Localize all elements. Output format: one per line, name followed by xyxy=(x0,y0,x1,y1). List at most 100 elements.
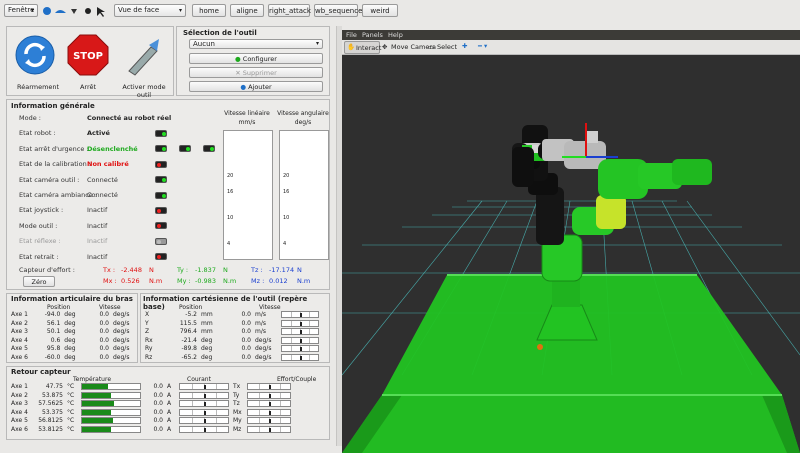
status-label: Mode outil : xyxy=(19,221,58,230)
speed-gauge xyxy=(247,408,291,416)
menu-panels[interactable]: Panels xyxy=(362,31,383,39)
table-row: Rx -21.4 deg 0.0 deg/s xyxy=(143,336,321,346)
status-label: Etat robot : xyxy=(19,129,56,138)
table-cell: Z xyxy=(145,328,150,336)
globe-icon[interactable] xyxy=(43,7,51,15)
status-label: Etat de la calibration : xyxy=(19,160,91,169)
table-cell: Axe 6 xyxy=(11,353,28,361)
stop-sign-text: STOP xyxy=(73,51,103,62)
tool-combo[interactable]: Aucun ▾ xyxy=(189,39,323,49)
table-cell xyxy=(245,383,293,392)
speed-gauge xyxy=(281,319,319,327)
add-button[interactable]: ● Ajouter xyxy=(189,81,323,92)
joint-table: Axe 1 -94.0 deg 0.0 deg/s Axe 2 56.1 deg 0.0 deg/… xyxy=(9,311,137,363)
table-cell: Mz xyxy=(233,425,242,433)
rviz-viewport[interactable] xyxy=(342,55,800,453)
cart-speed-header: Vitesse xyxy=(259,304,281,311)
table-row: Axe 3 50.1 deg 0.0 deg/s xyxy=(9,328,137,337)
table-row: Axe 4 53.375 °C 0.0 A Mx xyxy=(9,408,293,418)
table-cell: °C xyxy=(67,408,75,416)
table-cell xyxy=(279,353,321,363)
stop-button[interactable]: STOP xyxy=(67,34,109,78)
table-cell: 56.1 xyxy=(46,319,61,327)
window-combo[interactable]: Fenêtre ▾ xyxy=(4,4,38,17)
tool-mode-label: Activer mode outil xyxy=(122,83,166,99)
table-cell: m/s xyxy=(255,319,266,327)
home-button[interactable]: home xyxy=(192,4,226,17)
wb-sequence-button[interactable]: wb_sequence xyxy=(314,4,362,17)
weird-button[interactable]: weird xyxy=(362,4,398,17)
status-value: Inactif xyxy=(87,237,108,246)
view-combo[interactable]: Vue de face ▾ xyxy=(114,4,186,17)
table-cell: 0.0 xyxy=(153,408,163,416)
tool-selection-panel: Sélection de l'outil Aucun ▾ ● Configurer… xyxy=(176,26,330,96)
temperature-bar xyxy=(81,408,141,416)
menu-file[interactable]: File xyxy=(346,31,357,39)
effort-header: Effort/Couple xyxy=(277,376,317,383)
table-row: Y 115.5 mm 0.0 m/s xyxy=(143,319,321,329)
status-led-icon xyxy=(155,253,167,261)
table-cell: Axe 5 xyxy=(11,417,28,425)
toolbar-icons xyxy=(42,5,110,19)
focus-camera-icon[interactable]: ✚ xyxy=(462,42,467,50)
speed-gauge xyxy=(179,408,229,416)
table-cell: 0.0 xyxy=(241,319,251,327)
cloud-icon[interactable] xyxy=(55,10,66,13)
table-row: Axe 6 -60.0 deg 0.0 deg/s xyxy=(9,354,137,363)
table-cell: °C xyxy=(67,417,75,425)
cart-pos-header: Position xyxy=(179,304,203,311)
down-arrow-icon[interactable] xyxy=(71,9,77,14)
table-cell: 0.0 xyxy=(241,336,251,344)
cartesian-table: X -5.2 mm 0.0 m/s Y 115.5 mm 0.0 m/s Z 796.4 mm 0.0 m/… xyxy=(143,311,321,363)
force-value: 0.012 xyxy=(269,277,288,285)
table-cell: Rz xyxy=(145,353,153,361)
joint-pos-header: Position xyxy=(47,304,71,311)
table-cell: 95.8 xyxy=(46,345,61,353)
speed-gauge xyxy=(179,383,229,390)
action-panel: Réarmement STOP Arrêt Activer mode outil xyxy=(6,26,174,99)
linear-speed-title: Vitesse linéaire xyxy=(224,110,270,117)
rearm-button[interactable] xyxy=(15,35,55,79)
sensor-feedback-panel: Retour capteur Température Courant Effor… xyxy=(6,366,330,440)
robot-icon[interactable] xyxy=(85,8,91,14)
refresh-icon xyxy=(15,35,55,75)
status-value: Connecté au robot réel xyxy=(87,114,172,122)
temperature-bar xyxy=(81,425,141,433)
table-cell: A xyxy=(167,391,172,399)
cursor-icon[interactable] xyxy=(97,7,105,17)
menu-help[interactable]: Help xyxy=(388,31,403,39)
general-info-panel: Information générale Mode : Connecté au r… xyxy=(6,99,330,290)
linear-speed-gauge: 20 16 10 4 xyxy=(223,130,273,260)
status-label: Etat arrêt d'urgence : xyxy=(19,144,89,153)
force-unit: N xyxy=(149,266,154,274)
select-icon: ▭ xyxy=(428,43,435,51)
force-unit: N.m xyxy=(223,277,237,285)
configure-button[interactable]: ● Configurer xyxy=(189,53,323,64)
table-cell: Axe 5 xyxy=(11,345,28,353)
table-cell: Y xyxy=(145,319,149,327)
table-cell: Axe 4 xyxy=(11,408,28,416)
joint-speed-header: Vitesse xyxy=(99,304,121,311)
aligne-button[interactable]: aligne xyxy=(230,4,264,17)
speed-gauge xyxy=(247,425,291,433)
delete-button[interactable]: ✕ Supprimer xyxy=(189,67,323,78)
table-row: Z 796.4 mm 0.0 m/s xyxy=(143,328,321,337)
status-led-icon xyxy=(155,191,167,199)
sensor-table: Axe 1 47.75 °C 0.0 A Tx Axe 2 53.875 °C 0.0 A Ty Axe… xyxy=(9,383,293,435)
tool-mode-button[interactable] xyxy=(123,35,163,79)
speed-gauge xyxy=(179,417,229,425)
rviz-menubar: File Panels Help xyxy=(342,30,800,40)
zero-button[interactable]: Zéro xyxy=(23,276,55,287)
speed-gauge xyxy=(281,353,319,361)
table-cell xyxy=(79,408,143,418)
status-led-icon xyxy=(179,145,191,153)
interact-tool[interactable]: ✋ Interact xyxy=(344,41,381,54)
table-cell: deg/s xyxy=(255,345,272,353)
minus-tool-icon[interactable]: ━ ▾ xyxy=(478,42,487,50)
table-cell xyxy=(177,425,231,435)
table-cell: 0.0 xyxy=(153,417,163,425)
table-cell: A xyxy=(167,417,172,425)
table-cell: 0.0 xyxy=(99,336,109,344)
right-attack-button[interactable]: right_attack xyxy=(268,4,311,17)
force-unit: N xyxy=(297,266,302,274)
